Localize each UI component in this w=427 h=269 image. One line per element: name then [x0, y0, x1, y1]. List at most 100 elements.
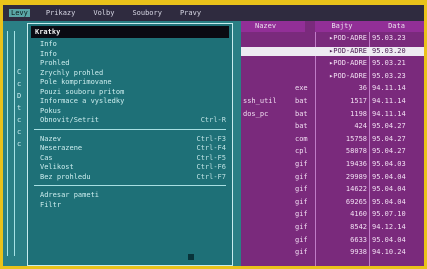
- partial-filename-char: c: [17, 140, 22, 148]
- menu-item-label: Filtr: [40, 200, 62, 209]
- partial-filename-char: c: [17, 116, 22, 124]
- file-extension: gif: [295, 197, 308, 206]
- file-name: dos_pc: [243, 109, 269, 118]
- file-extension: bat: [295, 122, 308, 131]
- dropdown-menu-item[interactable]: Nazev Ctrl-F3: [28, 135, 232, 145]
- left-menu-dropdown: Kratky Info Info Prohled Zrychly prohled Pol…: [27, 23, 233, 266]
- menu-item-label: Info: [40, 49, 57, 58]
- file-size: 36: [358, 84, 367, 93]
- column-header-name[interactable]: Nazev: [241, 21, 305, 32]
- menu-item-pravy[interactable]: Pravy: [178, 9, 203, 17]
- file-row[interactable]: com 15758 95.04.27: [241, 135, 424, 145]
- file-row[interactable]: cpl 58078 95.04.27: [241, 147, 424, 157]
- file-row[interactable]: ▸POD-ADRE 95.03.23: [241, 72, 424, 82]
- left-panel-frame: [7, 31, 15, 256]
- file-date: 95.03.20: [372, 46, 406, 55]
- menu-separator: [34, 128, 226, 133]
- file-row[interactable]: gif 19436 95.04.03: [241, 160, 424, 170]
- left-panel-partial-names: CcDtccc: [17, 66, 21, 150]
- file-extension: bat: [295, 109, 308, 118]
- file-size: 69265: [345, 197, 367, 206]
- menu-item-label: Adresar pameti: [40, 191, 100, 199]
- dropdown-menu-item[interactable]: Pouzi souboru pritom: [28, 88, 232, 98]
- menu-item-label: Bez prohledu: [40, 172, 91, 181]
- dropdown-title[interactable]: Kratky: [31, 26, 229, 38]
- file-date: 95.04.27: [372, 147, 406, 156]
- menu-item-label: Obnovit/Setrit: [40, 116, 100, 124]
- file-size: ▸POD-ADRE: [329, 46, 367, 55]
- dropdown-menu-item[interactable]: Velikost Ctrl-F6: [28, 163, 232, 173]
- menu-item-levy[interactable]: Levy: [9, 9, 30, 17]
- scroll-indicator[interactable]: [188, 254, 194, 260]
- file-extension: com: [295, 134, 308, 143]
- file-date: 94.11.14: [372, 97, 406, 105]
- menu-item-shortcut: Ctrl-R: [200, 116, 226, 124]
- dropdown-menu-item[interactable]: Pole komprimovane: [28, 78, 232, 88]
- file-extension: gif: [295, 172, 308, 181]
- file-row[interactable]: gif 69265 95.04.04: [241, 198, 424, 208]
- file-date: 95.04.04: [372, 235, 406, 244]
- file-date: 95.03.23: [372, 34, 406, 42]
- file-row[interactable]: ▸POD-ADRE 95.03.20: [241, 46, 424, 57]
- menu-item-soubory[interactable]: Soubory: [130, 9, 164, 17]
- file-row[interactable]: gif 29989 95.04.04: [241, 173, 424, 183]
- menu-item-prikazy[interactable]: Prikazy: [44, 9, 78, 17]
- dropdown-menu-item[interactable]: Bez prohledu Ctrl-F7: [28, 173, 232, 183]
- partial-filename-char: D: [17, 92, 22, 100]
- file-size: ▸POD-ADRE: [329, 71, 367, 80]
- file-date: 95.03.21: [372, 59, 406, 68]
- partial-filename-char: t: [17, 104, 22, 112]
- dropdown-item-list: Info Info Prohled Zrychly prohled Pole kompr…: [28, 40, 232, 210]
- file-row[interactable]: ssh_util bat 1517 94.11.14: [241, 97, 424, 107]
- dropdown-menu-item[interactable]: Prohled: [28, 59, 232, 69]
- file-row[interactable]: bat 424 95.04.27: [241, 122, 424, 132]
- dropdown-menu-item[interactable]: Neserazene Ctrl-F4: [28, 144, 232, 154]
- menu-item-label: Pokus: [40, 106, 62, 115]
- dropdown-menu-item[interactable]: Obnovit/Setrit Ctrl-R: [28, 116, 232, 126]
- top-menu-bar: Levy Prikazy Volby Soubory Pravy: [3, 5, 424, 21]
- file-row[interactable]: gif 4160 95.07.10: [241, 210, 424, 220]
- file-size: 14622: [345, 185, 367, 194]
- file-date: 95.04.27: [372, 122, 406, 131]
- menu-item-shortcut: Ctrl-F6: [196, 163, 226, 171]
- file-size: 19436: [345, 160, 367, 168]
- file-date: 95.04.27: [372, 134, 406, 143]
- column-header-date[interactable]: Data: [369, 21, 424, 32]
- right-file-panel[interactable]: Nazev Bajty Data ▸POD-ADRE 95.03.23 ▸POD-A…: [241, 21, 424, 266]
- file-row[interactable]: ▸POD-ADRE 95.03.21: [241, 59, 424, 69]
- dropdown-menu-item[interactable]: Info: [28, 40, 232, 50]
- file-row[interactable]: dos_pc bat 1198 94.11.14: [241, 110, 424, 120]
- file-extension: cpl: [295, 147, 308, 156]
- menu-item-shortcut: Ctrl-F4: [196, 144, 226, 152]
- file-row[interactable]: gif 9938 94.10.24: [241, 248, 424, 258]
- dropdown-menu-item[interactable]: Adresar pameti: [28, 191, 232, 201]
- menu-item-volby[interactable]: Volby: [91, 9, 116, 17]
- dropdown-menu-item[interactable]: Filtr: [28, 201, 232, 211]
- file-row[interactable]: ▸POD-ADRE 95.03.23: [241, 34, 424, 44]
- dropdown-menu-item[interactable]: Cas Ctrl-F5: [28, 154, 232, 164]
- file-size: 4160: [350, 210, 367, 219]
- dropdown-menu-item[interactable]: Informace a vysledky: [28, 97, 232, 107]
- file-date: 94.10.24: [372, 248, 406, 257]
- file-row[interactable]: gif 8542 94.12.14: [241, 223, 424, 233]
- file-size: 8542: [350, 223, 367, 231]
- menu-item-label: Prohled: [40, 59, 70, 67]
- menu-item-label: Pole komprimovane: [40, 78, 112, 86]
- dropdown-menu-item[interactable]: Info: [28, 50, 232, 60]
- partial-filename-char: c: [17, 80, 22, 88]
- file-size: 15758: [345, 134, 367, 143]
- file-row[interactable]: gif 14622 95.04.04: [241, 185, 424, 195]
- column-header-size[interactable]: Bajty: [315, 21, 369, 32]
- file-row[interactable]: exe 36 94.11.14: [241, 84, 424, 94]
- file-date: 95.04.03: [372, 160, 406, 168]
- partial-filename-char: C: [17, 68, 22, 76]
- file-row[interactable]: gif 6633 95.04.04: [241, 236, 424, 246]
- file-size: 9938: [350, 248, 367, 257]
- dos-screen: Levy Prikazy Volby Soubory Pravy CcDtccc Naz…: [3, 5, 424, 266]
- dropdown-menu-item[interactable]: Pokus: [28, 107, 232, 117]
- dropdown-menu-item[interactable]: Zrychly prohled: [28, 69, 232, 79]
- menu-item-shortcut: Ctrl-F7: [196, 172, 226, 181]
- menu-item-label: Velikost: [40, 163, 74, 171]
- menu-item-label: Informace a vysledky: [40, 97, 125, 105]
- file-date: 95.04.04: [372, 172, 406, 181]
